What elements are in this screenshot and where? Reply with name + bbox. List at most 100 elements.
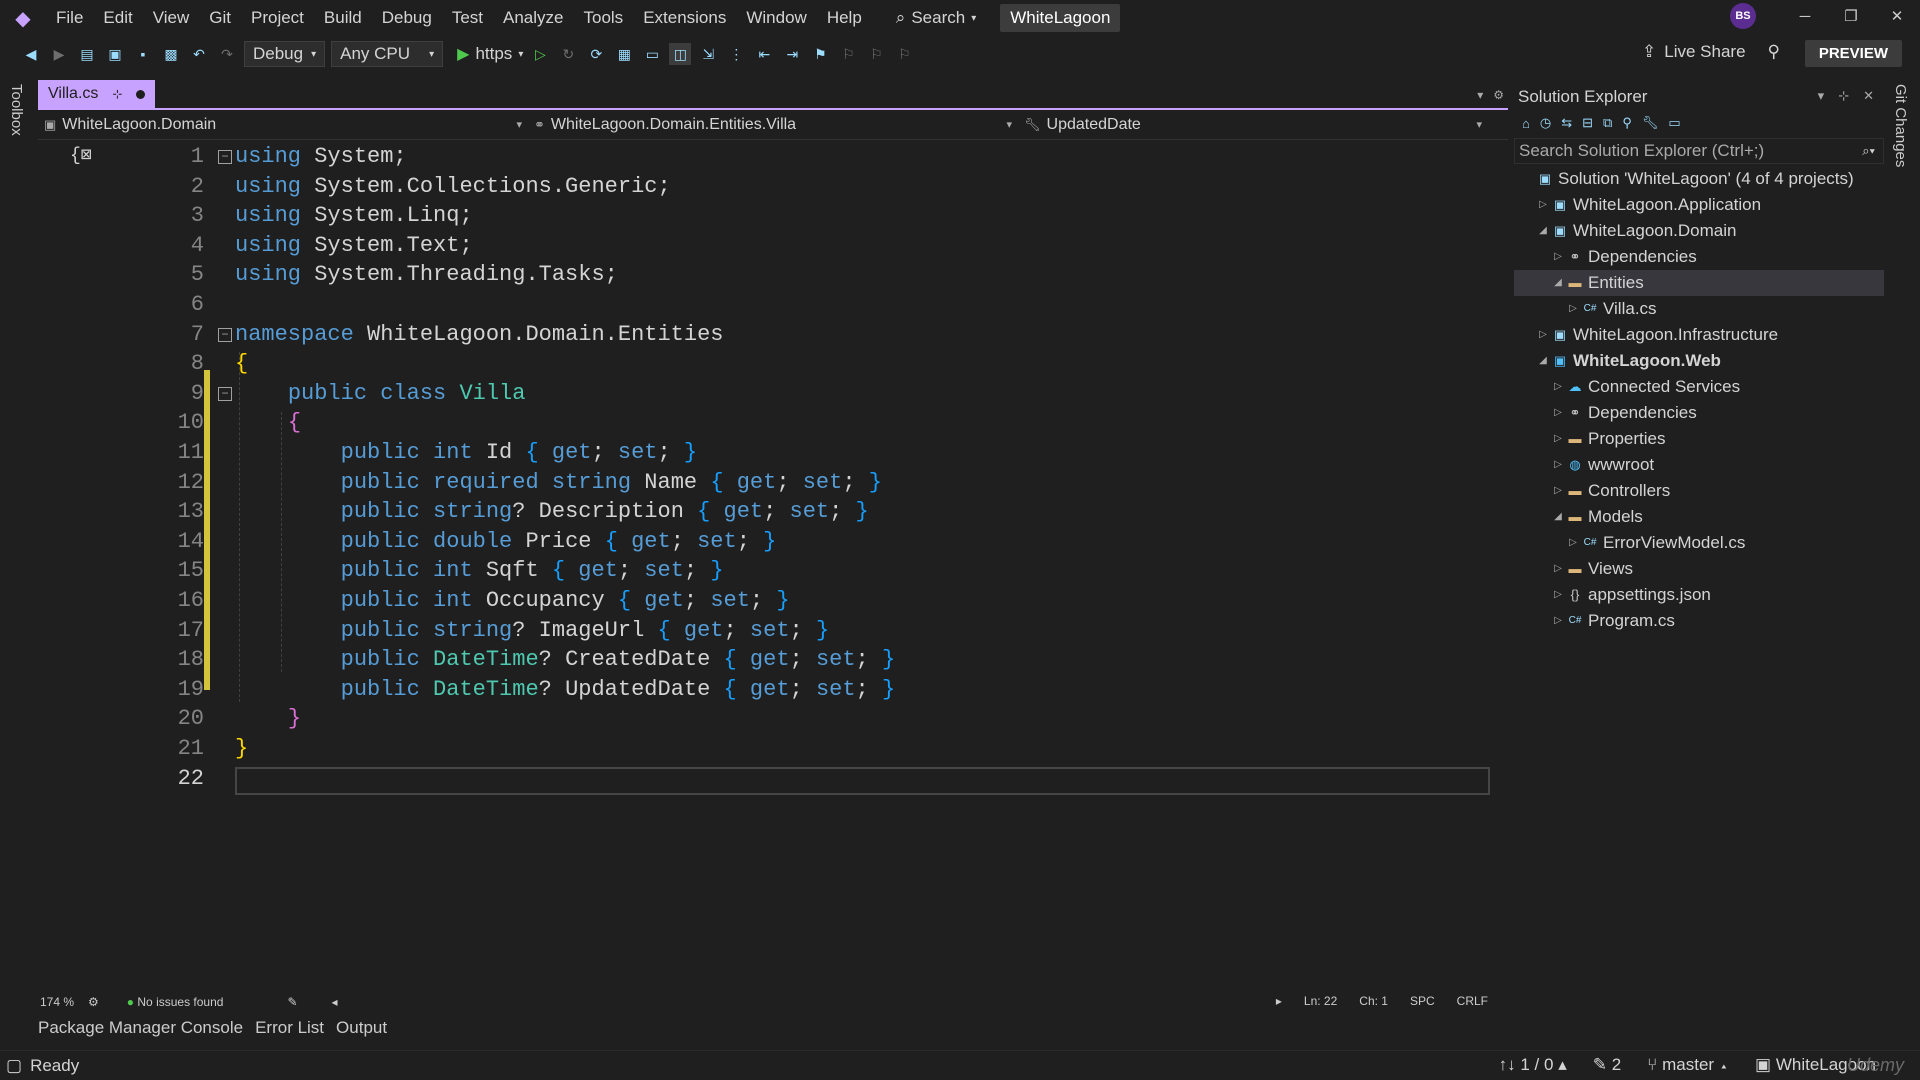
preview-icon[interactable]: ▭ (1668, 115, 1680, 131)
line-number-indicator[interactable]: Ln: 22 (1304, 994, 1337, 1008)
tree-item[interactable]: ▷ ▬ Properties (1514, 426, 1884, 452)
step-icon[interactable]: ⇲ (697, 43, 719, 65)
restore-button[interactable]: ❐ (1828, 7, 1874, 25)
code-line[interactable]: 18 public DateTime? CreatedDate { get; s… (38, 645, 1488, 675)
platform-select[interactable]: Any CPU ▾ (331, 41, 444, 67)
code-line[interactable]: 21} (38, 734, 1488, 764)
settings-icon[interactable]: ⚙ (1493, 88, 1504, 102)
show-all-files-icon[interactable]: ⧉ (1603, 115, 1612, 131)
tree-item[interactable]: ▷ ▬ Views (1514, 556, 1884, 582)
sync-status[interactable]: ↑↓ 1 / 0 ▴ (1499, 1055, 1567, 1075)
column-indicator[interactable]: Ch: 1 (1359, 994, 1388, 1008)
menu-item-test[interactable]: Test (442, 4, 493, 32)
tree-item[interactable]: ▷ {} appsettings.json (1514, 582, 1884, 608)
expand-icon[interactable]: ▷ (1552, 426, 1564, 452)
chevron-down-icon[interactable]: ▾ (1818, 88, 1825, 104)
whitespace-indicator[interactable]: SPC (1410, 994, 1435, 1008)
git-icon[interactable]: ⚙ (88, 995, 99, 1009)
expand-icon[interactable]: ▷ (1567, 296, 1579, 322)
menu-item-window[interactable]: Window (736, 4, 816, 32)
save-all-icon[interactable]: ▩ (160, 43, 182, 65)
collapse-icon[interactable]: ◢ (1537, 348, 1549, 374)
code-line[interactable]: 19 public DateTime? UpdatedDate { get; s… (38, 675, 1488, 705)
properties-icon[interactable]: 🔧︎ (1642, 115, 1659, 131)
menu-item-file[interactable]: File (46, 4, 93, 32)
collapse-icon[interactable]: ◢ (1552, 270, 1564, 296)
menu-item-build[interactable]: Build (314, 4, 372, 32)
expand-icon[interactable]: ▷ (1537, 322, 1549, 348)
code-line[interactable]: 5 using System.Threading.Tasks; (38, 260, 1488, 290)
code-line[interactable]: 8{ (38, 349, 1488, 379)
filter-icon[interactable]: ⚲ (1622, 115, 1632, 131)
menu-item-extensions[interactable]: Extensions (633, 4, 736, 32)
code-line[interactable]: 6 (38, 290, 1488, 320)
code-line[interactable]: 20 } (38, 704, 1488, 734)
menu-item-tools[interactable]: Tools (574, 4, 634, 32)
close-button[interactable]: ✕ (1874, 7, 1920, 25)
code-line[interactable]: 9− public class Villa (38, 379, 1488, 409)
tree-item[interactable]: ▷ ⚭ Dependencies (1514, 244, 1884, 270)
expand-icon[interactable]: ▷ (1552, 244, 1564, 270)
toggle-icon[interactable]: ◫ (669, 43, 692, 65)
browser-link-icon[interactable]: ▦ (613, 43, 635, 65)
tree-item[interactable]: ▷ ▣ WhiteLagoon.Application (1514, 192, 1884, 218)
tree-item[interactable]: ◢ ▬ Entities (1514, 270, 1884, 296)
refresh-icon[interactable]: ⟳ (585, 43, 607, 65)
tree-item[interactable]: ▷ ▬ Controllers (1514, 478, 1884, 504)
toolbox-tab[interactable]: Toolbox (8, 84, 25, 136)
expand-icon[interactable]: ▷ (1552, 374, 1564, 400)
close-icon[interactable]: ✕ (1863, 88, 1874, 104)
tree-item[interactable]: ▷ ◍ wwwroot (1514, 452, 1884, 478)
tab-package-manager-console[interactable]: Package Manager Console (38, 1018, 243, 1038)
bookmark-icon[interactable]: ⚑ (809, 43, 831, 65)
tab-villa-cs[interactable]: Villa.cs ⊹ (38, 80, 156, 108)
tab-dropdown-icon[interactable]: ▾ (1477, 88, 1483, 102)
modified-dot-icon[interactable] (136, 89, 146, 99)
menu-item-help[interactable]: Help (817, 4, 872, 32)
tree-item[interactable]: ▷ C# Program.cs (1514, 608, 1884, 634)
expand-icon[interactable]: ▷ (1552, 400, 1564, 426)
code-line[interactable]: 1− using System; (38, 142, 1488, 172)
back-icon[interactable]: ◀ (20, 43, 42, 65)
history-icon[interactable]: ◷ (1540, 115, 1551, 131)
start-debugging-button[interactable]: ▶ https ▾ (457, 44, 523, 64)
prev-bookmark-icon[interactable]: ⚐ (837, 43, 859, 65)
menu-item-git[interactable]: Git (199, 4, 241, 32)
nav-type-dropdown[interactable]: ⚭ WhiteLagoon.Domain.Entities.Villa ▾ (528, 116, 1018, 134)
tree-item[interactable]: ◢ ▣ WhiteLagoon.Web (1514, 348, 1884, 374)
menu-item-project[interactable]: Project (241, 4, 314, 32)
home-icon[interactable]: ⌂ (1522, 116, 1530, 131)
search-icon[interactable]: ⌕▾ (1862, 143, 1875, 159)
expand-icon[interactable]: ▷ (1552, 478, 1564, 504)
code-line[interactable]: 15 public int Sqft { get; set; } (38, 556, 1488, 586)
code-line[interactable]: 12 public required string Name { get; se… (38, 468, 1488, 498)
open-icon[interactable]: ▣ (104, 43, 126, 65)
nav-project-dropdown[interactable]: ▣ WhiteLagoon.Domain ▾ (38, 116, 528, 134)
new-project-icon[interactable]: ▤ (76, 43, 98, 65)
line-ending-indicator[interactable]: CRLF (1457, 994, 1488, 1008)
solution-search-input[interactable]: Search Solution Explorer (Ctrl+;) ⌕▾ (1514, 138, 1884, 164)
live-share-button[interactable]: ⇪ Live Share ⚲ (1642, 42, 1780, 62)
collapse-region-icon[interactable]: − (218, 327, 232, 342)
collapse-all-icon[interactable]: ⊟ (1582, 115, 1593, 131)
code-line[interactable]: 2 using System.Collections.Generic; (38, 172, 1488, 202)
code-line[interactable]: 4 using System.Text; (38, 231, 1488, 261)
configuration-select[interactable]: Debug ▾ (244, 41, 326, 67)
code-line[interactable]: 16 public int Occupancy { get; set; } (38, 586, 1488, 616)
expand-icon[interactable]: ▷ (1552, 556, 1564, 582)
tree-item[interactable]: ▷ ⚭ Dependencies (1514, 400, 1884, 426)
tree-item[interactable]: ▷ C# Villa.cs (1514, 296, 1884, 322)
columns-icon[interactable]: ⋮ (725, 43, 747, 65)
collapse-region-icon[interactable]: − (218, 150, 232, 164)
code-line[interactable]: 3 using System.Linq; (38, 201, 1488, 231)
minimize-button[interactable]: ─ (1782, 8, 1828, 25)
code-line[interactable]: 11 public int Id { get; set; } (38, 438, 1488, 468)
code-area[interactable]: {⊠ 1− using System; 2 using System.Collecti… (38, 142, 1490, 972)
clear-bookmarks-icon[interactable]: ⚐ (893, 43, 915, 65)
expand-icon[interactable]: ▷ (1552, 452, 1564, 478)
expand-icon[interactable]: ▷ (1537, 192, 1549, 218)
pin-icon[interactable]: ⊹ (1838, 88, 1849, 104)
next-bookmark-icon[interactable]: ⚐ (865, 43, 887, 65)
menu-item-analyze[interactable]: Analyze (493, 4, 573, 32)
code-line[interactable]: 10 { (38, 408, 1488, 438)
